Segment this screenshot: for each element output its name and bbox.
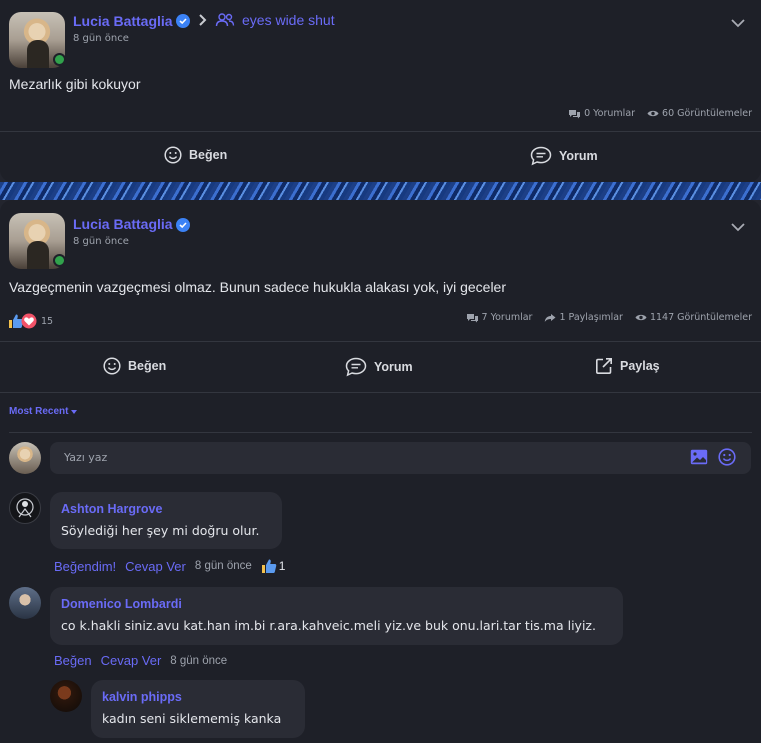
views-count: 60 Görüntülemeler <box>647 108 752 119</box>
commenter-name[interactable]: Ashton Hargrove <box>61 502 162 516</box>
comment-reactions[interactable]: 1 <box>261 558 286 574</box>
comment-button[interactable]: Yorum <box>530 146 598 166</box>
commenter-avatar[interactable] <box>9 587 41 619</box>
comment-text: co k.hakli siniz.avu kat.han im.bi r.ara… <box>61 618 596 633</box>
comments-count-label: 0 Yorumlar <box>584 108 636 119</box>
like-button-label: Beğen <box>189 148 228 162</box>
commenter-avatar[interactable] <box>9 492 41 524</box>
views-count-label: 60 Görüntülemeler <box>662 108 752 119</box>
share-button[interactable]: Paylaş <box>595 357 660 375</box>
post-card-1: Lucia Battaglia eyes wide shut 8 gün önc… <box>0 0 761 182</box>
comments-count[interactable]: 0 Yorumlar <box>568 108 635 119</box>
caret-down-icon <box>71 409 78 414</box>
chevron-down-icon[interactable] <box>730 18 746 28</box>
speech-bubble-icon <box>345 357 367 377</box>
post-stats: 0 Yorumlar 60 Görüntülemeler <box>568 108 752 119</box>
comment-actions: Beğen Cevap Ver 8 gün önce <box>54 653 227 668</box>
post-stats: 7 Yorumlar 1 Paylaşımlar 1147 Görüntülem… <box>466 312 752 323</box>
divider <box>9 432 752 433</box>
sort-label: Most Recent <box>9 406 69 417</box>
sort-dropdown[interactable]: Most Recent <box>9 406 78 417</box>
like-button[interactable]: Beğen <box>103 357 166 375</box>
comment-button-label: Yorum <box>374 360 413 374</box>
comment-bubble: Domenico Lombardi co k.hakli siniz.avu k… <box>50 587 623 645</box>
online-status-indicator <box>53 254 66 267</box>
like-button[interactable]: Beğen <box>164 146 227 164</box>
group-link[interactable]: eyes wide shut <box>242 12 335 28</box>
thumbs-up-icon <box>261 559 277 573</box>
comments-icon <box>466 313 478 322</box>
post-time[interactable]: 8 gün önce <box>73 33 129 44</box>
verified-badge-icon <box>176 14 190 28</box>
eye-icon <box>647 110 659 117</box>
heart-icon <box>21 313 37 329</box>
post-text: Mezarlık gibi kokuyor <box>9 76 141 92</box>
commenter-name[interactable]: Domenico Lombardi <box>61 597 182 611</box>
shares-count-label: 1 Paylaşımlar <box>559 312 623 323</box>
share-button-label: Paylaş <box>620 359 660 373</box>
comments-icon <box>569 109 581 118</box>
shares-count[interactable]: 1 Paylaşımlar <box>544 312 623 323</box>
comment-button-label: Yorum <box>559 149 598 163</box>
author-name[interactable]: Lucia Battaglia <box>73 13 173 29</box>
comment-like-button[interactable]: Beğendim! <box>54 559 116 574</box>
online-status-indicator <box>53 53 66 66</box>
verified-badge-icon <box>176 218 190 232</box>
commenter-avatar[interactable] <box>50 680 82 712</box>
post-time[interactable]: 8 gün önce <box>73 236 129 247</box>
image-icon[interactable] <box>690 449 708 465</box>
comment-reply-button[interactable]: Cevap Ver <box>125 559 186 574</box>
post-card-2: Lucia Battaglia 8 gün önce Vazgeçmenin v… <box>0 200 761 743</box>
author-name[interactable]: Lucia Battaglia <box>73 216 173 232</box>
comment-text: Söylediği her şey mi doğru olur. <box>61 523 260 538</box>
current-user-avatar <box>9 442 41 474</box>
reactions-count: 15 <box>41 315 54 327</box>
group-icon <box>215 13 235 27</box>
smile-icon <box>103 357 121 375</box>
like-button-label: Beğen <box>128 359 167 373</box>
divider <box>0 131 761 132</box>
comment-input[interactable]: Yazı yaz <box>50 442 751 474</box>
smile-icon <box>164 146 182 164</box>
comment-reply-button[interactable]: Cevap Ver <box>101 653 162 668</box>
comment-actions: Beğendim! Cevap Ver 8 gün önce 1 <box>54 558 285 574</box>
reactions-summary[interactable]: 15 <box>8 313 53 329</box>
comments-count-label: 7 Yorumlar <box>481 312 533 323</box>
emoji-icon[interactable] <box>718 448 736 466</box>
comment-text: kadın seni siklememiş kanka <box>102 711 282 726</box>
comment-button[interactable]: Yorum <box>345 357 413 377</box>
comments-count[interactable]: 7 Yorumlar <box>466 312 533 323</box>
comment-time: 8 gün önce <box>170 654 228 667</box>
chevron-right-icon <box>199 14 207 26</box>
share-arrow-icon <box>545 313 556 322</box>
post-text: Vazgeçmenin vazgeçmesi olmaz. Bunun sade… <box>9 279 506 295</box>
views-count-label: 1147 Görüntülemeler <box>649 312 752 323</box>
decorative-banner <box>0 182 761 200</box>
comment-time: 8 gün önce <box>194 560 252 572</box>
reply-bubble: kalvin phipps kadın seni siklememiş kank… <box>91 680 305 738</box>
eye-icon <box>635 314 647 321</box>
chevron-down-icon[interactable] <box>730 222 746 232</box>
views-count: 1147 Görüntülemeler <box>635 312 752 323</box>
comment-bubble: Ashton Hargrove Söylediği her şey mi doğ… <box>50 492 282 549</box>
comment-like-button[interactable]: Beğen <box>54 653 92 668</box>
divider <box>0 392 761 393</box>
commenter-name[interactable]: kalvin phipps <box>102 690 182 704</box>
divider <box>0 341 761 342</box>
comment-reactions-count: 1 <box>278 559 286 573</box>
speech-bubble-icon <box>530 146 552 166</box>
comment-input-placeholder: Yazı yaz <box>64 451 108 464</box>
external-share-icon <box>596 358 612 374</box>
